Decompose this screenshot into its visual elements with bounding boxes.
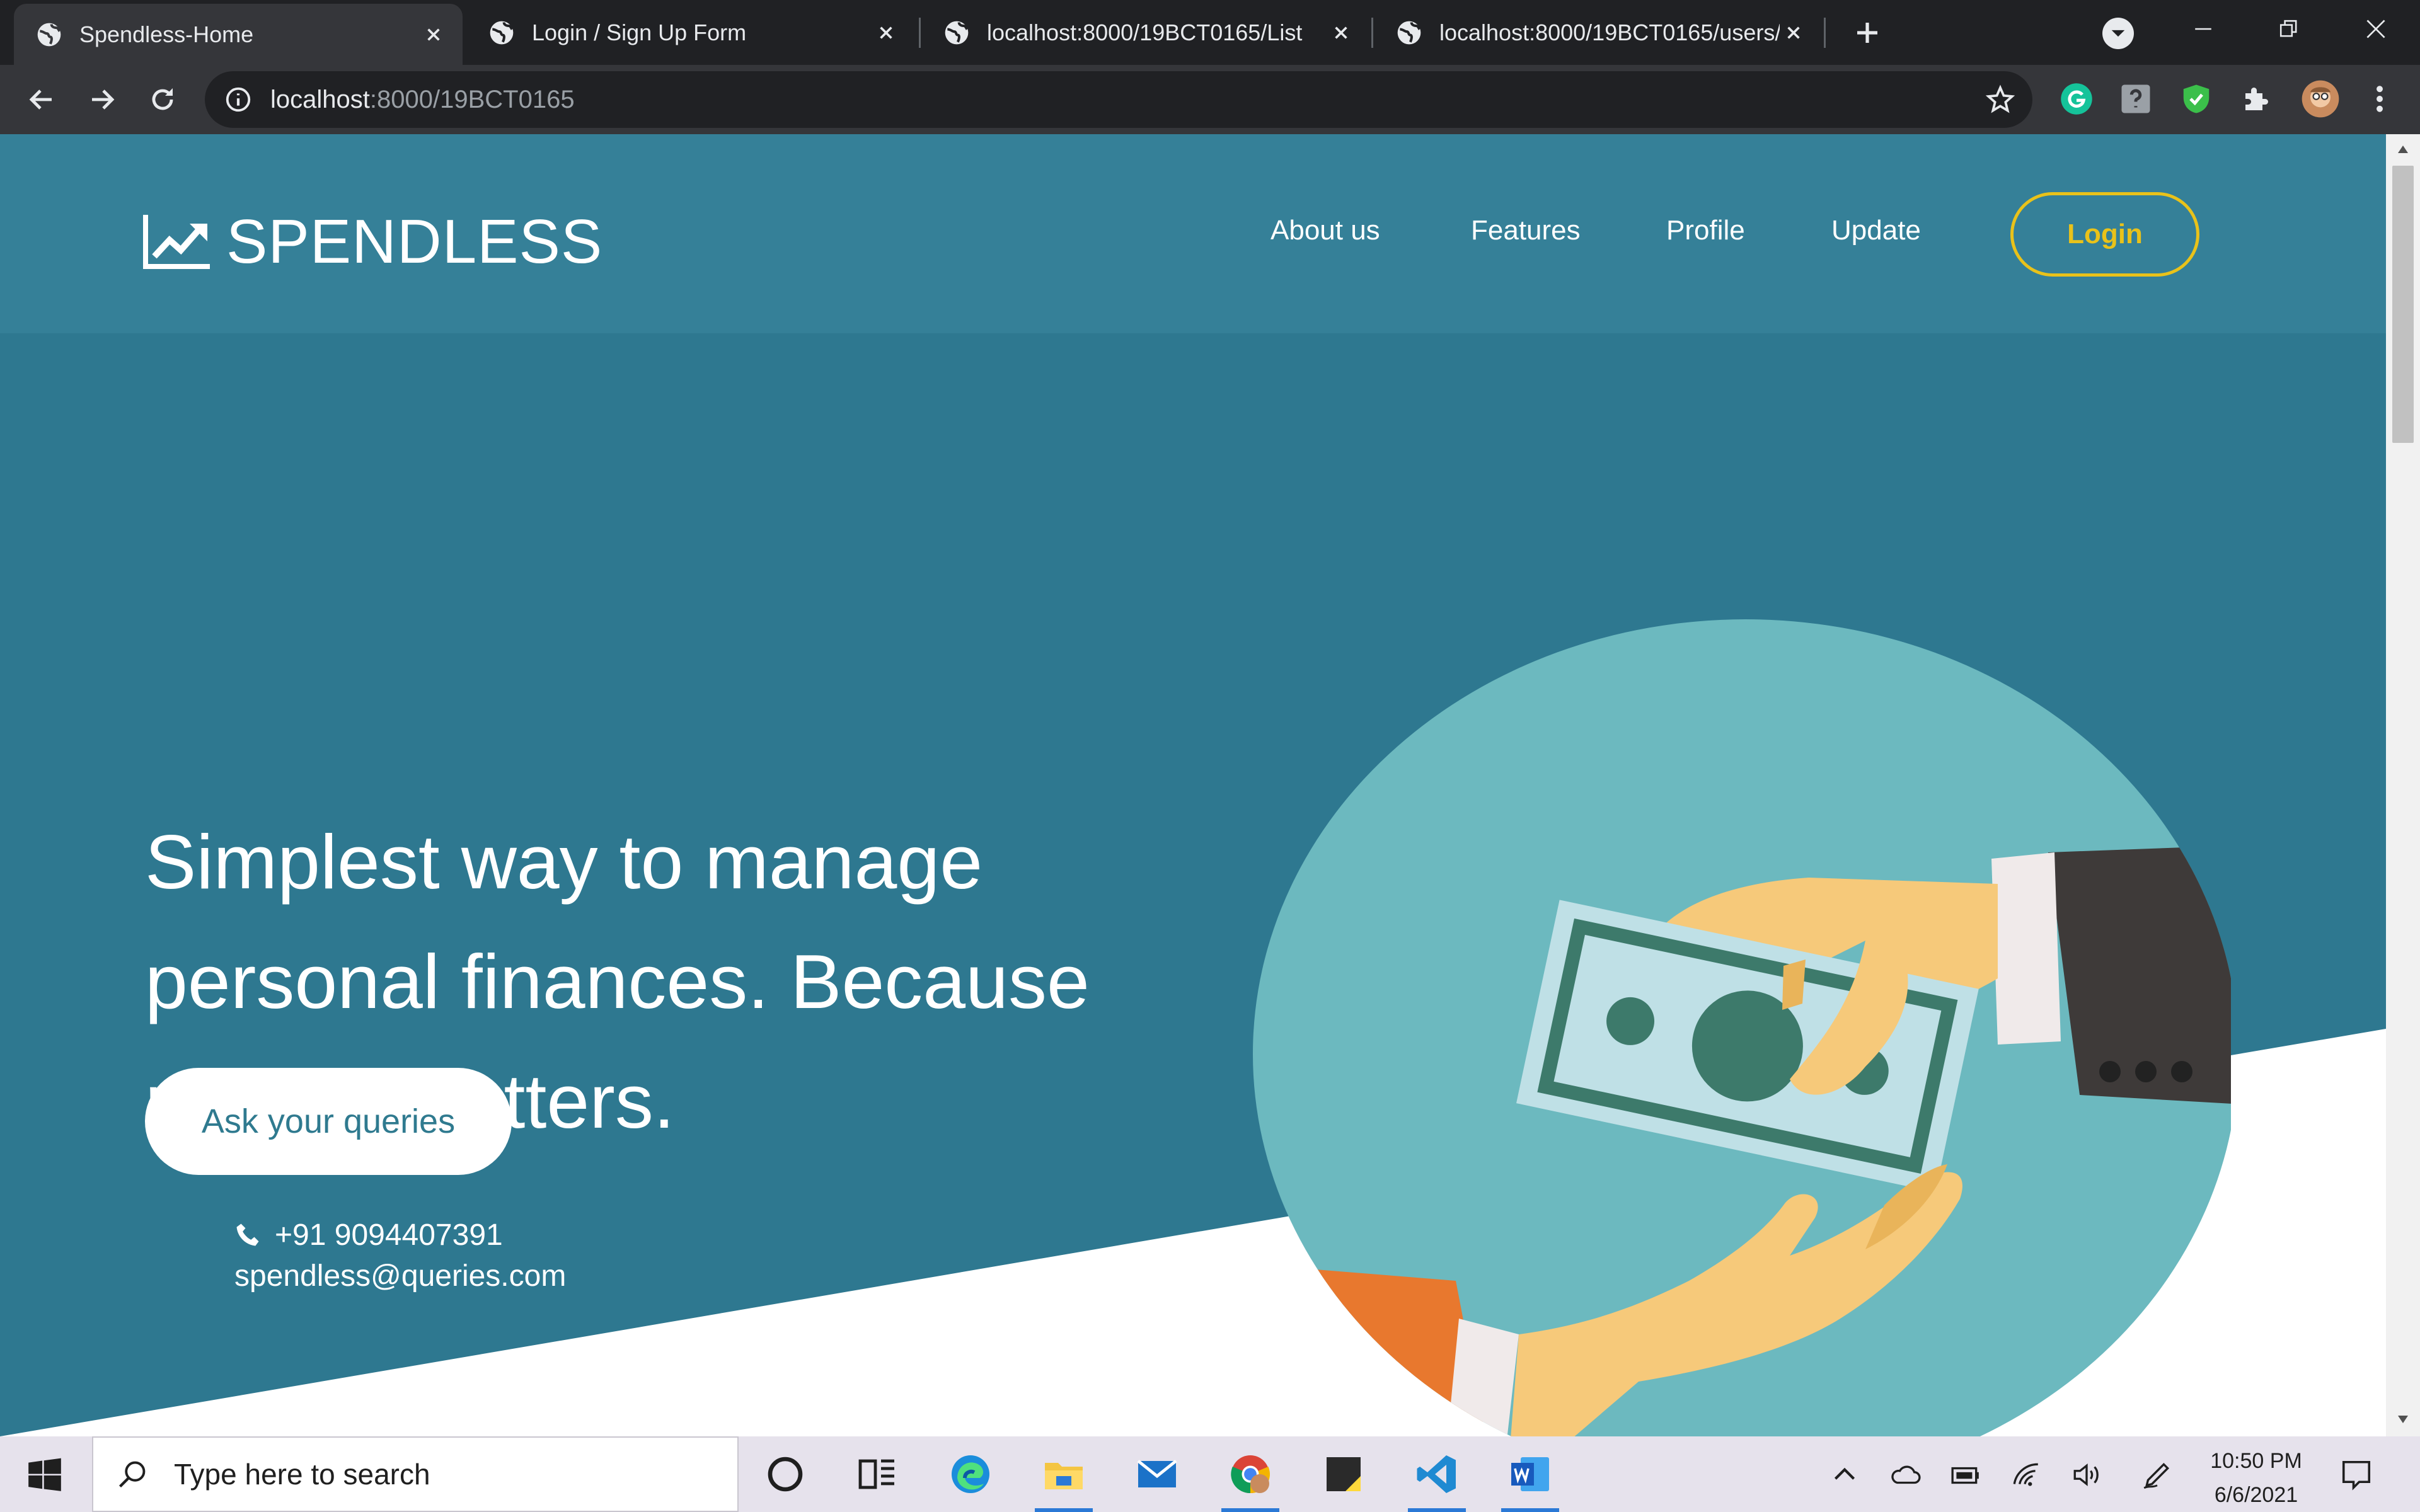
browser-toolbar: localhost:8000/19BCT0165 <box>0 65 2420 134</box>
scroll-down-arrow-icon[interactable] <box>2397 1413 2409 1426</box>
ask-queries-button[interactable]: Ask your queries <box>145 1068 512 1175</box>
search-icon <box>118 1461 146 1488</box>
close-tab-icon[interactable] <box>420 21 447 49</box>
info-icon[interactable] <box>224 85 253 114</box>
globe-icon <box>1397 21 1421 44</box>
globe-icon <box>490 21 514 44</box>
taskbar-clock[interactable]: 10:50 PM 6/6/2021 <box>2199 1444 2313 1512</box>
search-placeholder: Type here to search <box>174 1458 430 1491</box>
wifi-icon[interactable] <box>2010 1459 2042 1491</box>
grammarly-icon[interactable] <box>2060 82 2094 116</box>
battery-icon[interactable] <box>1950 1459 1981 1491</box>
windows-start-icon[interactable] <box>25 1455 64 1494</box>
url-path: :8000/19BCT0165 <box>369 85 575 113</box>
windows-taskbar: Type here to search 10:50 PM 6/6/2021 <box>0 1436 2420 1512</box>
login-button[interactable]: Login <box>2010 192 2199 277</box>
globe-icon <box>37 23 61 46</box>
onedrive-cloud-icon[interactable] <box>1889 1459 1921 1491</box>
back-icon <box>29 89 52 110</box>
clock-time: 10:50 PM <box>2210 1449 2302 1473</box>
restore-button[interactable] <box>2270 10 2308 48</box>
edge-browser-icon[interactable] <box>948 1452 993 1497</box>
close-tab-icon[interactable] <box>1780 19 1807 47</box>
nav-profile[interactable]: Profile <box>1666 215 1745 246</box>
reload-button[interactable] <box>144 81 182 118</box>
tab-title: Spendless-Home <box>79 21 254 47</box>
money-exchange-illustration <box>1253 619 2231 1436</box>
forward-button[interactable] <box>83 81 121 118</box>
kebab-menu-icon[interactable] <box>2367 82 2392 116</box>
address-bar[interactable]: localhost:8000/19BCT0165 <box>205 71 2032 128</box>
plus-icon <box>1857 23 1877 43</box>
shield-extension-icon[interactable] <box>2179 82 2213 116</box>
nav-features[interactable]: Features <box>1471 215 1581 246</box>
close-window-button[interactable] <box>2357 10 2395 48</box>
star-icon[interactable] <box>1985 84 2016 115</box>
close-icon <box>2366 20 2385 38</box>
mail-icon[interactable] <box>1134 1452 1180 1497</box>
page-viewport: SPENDLESS About us Features Profile Upda… <box>0 134 2386 1436</box>
scroll-up-arrow-icon[interactable] <box>2397 143 2409 156</box>
cortana-icon[interactable] <box>763 1452 808 1497</box>
site-navbar: SPENDLESS About us Features Profile Upda… <box>0 134 2386 333</box>
pen-workspace-icon[interactable] <box>2141 1459 2173 1491</box>
forward-icon <box>92 89 115 110</box>
tab-login-signup[interactable]: Login / Sign Up Form <box>466 0 915 65</box>
brand-logo[interactable]: SPENDLESS <box>142 207 602 276</box>
tab-title: Login / Sign Up Form <box>532 19 747 45</box>
tab-list[interactable]: localhost:8000/19BCT0165/List <box>921 0 1370 65</box>
tab-spendless-home[interactable]: Spendless-Home <box>14 4 463 65</box>
scrollbar-thumb[interactable] <box>2392 166 2414 443</box>
minimize-button[interactable] <box>2184 10 2222 48</box>
running-indicator <box>1221 1508 1279 1512</box>
url-host: localhost <box>270 85 370 113</box>
task-view-icon[interactable] <box>855 1452 900 1497</box>
tab-separator <box>1824 18 1826 48</box>
minimize-icon <box>2195 28 2211 30</box>
sticky-notes-icon[interactable] <box>1321 1452 1366 1497</box>
word-icon[interactable] <box>1507 1452 1553 1497</box>
clock-date: 6/6/2021 <box>2214 1483 2298 1507</box>
globe-icon <box>945 21 969 44</box>
contact-phone: +91 9094407391 <box>234 1213 503 1257</box>
tab-title: localhost:8000/19BCT0165/List <box>987 19 1303 45</box>
orange-sleeve <box>1253 1262 1487 1436</box>
tab-separator <box>1371 18 1373 48</box>
reload-icon <box>152 88 173 110</box>
new-tab-button[interactable] <box>1850 15 1885 50</box>
tab-search-button[interactable] <box>2102 18 2134 49</box>
profile-avatar-icon[interactable] <box>2300 79 2341 119</box>
close-tab-icon[interactable] <box>1327 19 1355 47</box>
chrome-icon[interactable] <box>1228 1452 1273 1497</box>
help-extension-icon[interactable] <box>2119 82 2153 116</box>
url-text[interactable]: localhost:8000/19BCT0165 <box>270 86 575 114</box>
tab-separator <box>919 18 921 48</box>
running-indicator <box>1408 1508 1466 1512</box>
tab-users[interactable]: localhost:8000/19BCT0165/users/ <box>1374 0 1823 65</box>
taskbar-search-box[interactable]: Type here to search <box>92 1436 739 1512</box>
page-scrollbar[interactable] <box>2386 134 2420 1436</box>
trending-chart-icon <box>143 215 210 269</box>
white-cuff-top <box>1991 852 2061 1045</box>
phone-number[interactable]: +91 9094407391 <box>275 1218 503 1252</box>
running-indicator <box>1501 1508 1559 1512</box>
back-button[interactable] <box>23 81 60 118</box>
contact-email[interactable]: spendless@queries.com <box>234 1259 566 1293</box>
volume-icon[interactable] <box>2071 1459 2102 1491</box>
browser-tab-strip: Spendless-Home Login / Sign Up Form loca… <box>0 0 2420 65</box>
notification-center-icon[interactable] <box>2339 1458 2373 1492</box>
chevron-down-icon <box>2111 30 2125 37</box>
restore-icon <box>2279 20 2297 37</box>
running-indicator <box>1035 1508 1093 1512</box>
chevron-up-icon[interactable] <box>1829 1459 1860 1491</box>
nav-update[interactable]: Update <box>1831 215 1921 246</box>
puzzle-icon[interactable] <box>2240 82 2274 116</box>
close-tab-icon[interactable] <box>872 19 900 47</box>
phone-icon <box>236 1223 259 1246</box>
brand-name: SPENDLESS <box>226 206 603 276</box>
vscode-icon[interactable] <box>1414 1452 1460 1497</box>
nav-about-us[interactable]: About us <box>1270 215 1380 246</box>
file-explorer-icon[interactable] <box>1041 1452 1086 1497</box>
tab-title: localhost:8000/19BCT0165/users/ <box>1439 19 1780 45</box>
